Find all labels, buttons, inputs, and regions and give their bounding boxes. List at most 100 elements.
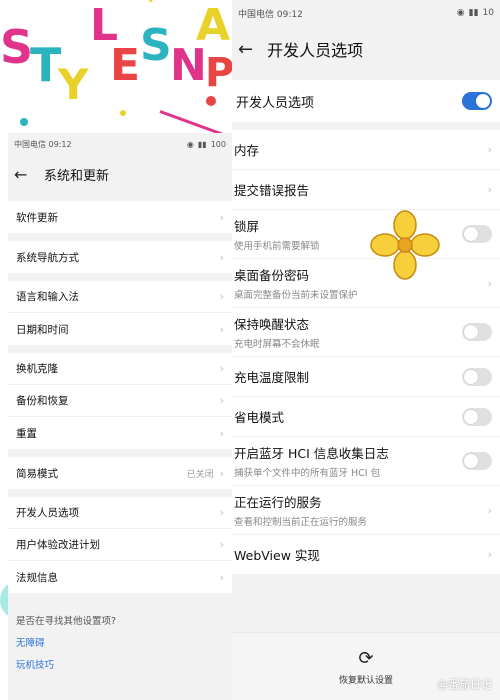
collage-dot — [206, 96, 216, 106]
chevron-right-icon: › — [219, 250, 224, 264]
right-status-icons: ◉ ▮▮ 10 — [457, 8, 494, 18]
eye-icon: ◉ — [186, 139, 194, 149]
row-title: 开启蓝牙 HCI 信息收集日志 — [234, 446, 389, 461]
lock-screen-toggle[interactable] — [462, 225, 492, 243]
row-subtitle: 桌面完整备份当前未设置保护 — [234, 290, 358, 301]
row-desktop-backup-password[interactable]: 桌面备份密码 桌面完整备份当前未设置保护 › — [232, 259, 500, 308]
settings-group: 软件更新 › — [8, 201, 232, 233]
row-language-input[interactable]: 语言和输入法 › — [8, 281, 232, 313]
watermark-text: @番茄日记 — [437, 678, 492, 691]
row-power-saving[interactable]: 省电模式 — [232, 397, 500, 437]
link-tips[interactable]: 玩机技巧 — [16, 657, 224, 671]
hint-section: 是否在寻找其他设置项? 无障碍 玩机技巧 — [8, 605, 232, 679]
row-title: 提交错误报告 — [234, 183, 310, 198]
chevron-right-icon: › — [219, 362, 224, 375]
row-title: 锁屏 — [234, 219, 260, 234]
collage-dot — [120, 110, 126, 116]
page-title: 系统和更新 — [44, 168, 110, 184]
reset-defaults-label: 恢复默认设置 — [338, 675, 393, 686]
eye-icon: ◉ — [456, 8, 465, 18]
row-user-experience[interactable]: 用户体验改进计划 › — [8, 529, 232, 561]
developer-options-list: 内存 › 提交错误报告 › 锁屏 使用手机前需要解锁 桌面备份密码 桌面完整备份… — [232, 130, 500, 575]
row-label: 语言和输入法 — [16, 291, 79, 303]
collage-letter: E — [110, 40, 141, 91]
row-running-services[interactable]: 正在运行的服务 查看和控制当前正在运行的服务 › — [232, 486, 500, 535]
left-status-bar: 中国电信 09:12 ◉ ▮▮ 100 — [8, 133, 232, 155]
chevron-right-icon: › — [487, 143, 492, 156]
row-label: 换机克隆 — [16, 363, 58, 375]
row-title: 保持唤醒状态 — [234, 317, 310, 332]
chevron-right-icon: › — [219, 394, 224, 407]
row-charge-temp-limit[interactable]: 充电温度限制 — [232, 357, 500, 397]
row-title: 正在运行的服务 — [234, 495, 322, 510]
row-title: 开发人员选项 — [236, 95, 315, 111]
right-phone-screen: 中国电信 09:12 ◉ ▮▮ 10 ← 开发人员选项 开发人员选项 内存 › … — [232, 0, 500, 700]
row-title: 省电模式 — [234, 410, 285, 425]
left-phone-screen: 中国电信 09:12 ◉ ▮▮ 100 ← 系统和更新 软件更新 › 系统导航方… — [8, 133, 232, 700]
row-title: WebView 实现 — [234, 548, 320, 563]
developer-options-toggle[interactable] — [462, 92, 492, 110]
settings-group: 开发人员选项 › 用户体验改进计划 › 法规信息 › — [8, 497, 232, 593]
chevron-right-icon: › — [219, 538, 224, 551]
collage-letter: A — [196, 0, 231, 51]
chevron-right-icon: › — [219, 290, 224, 303]
power-saving-toggle[interactable] — [462, 407, 492, 426]
row-webview[interactable]: WebView 实现 › — [232, 535, 500, 575]
row-subtitle: 使用手机前需要解锁 — [234, 241, 320, 252]
row-label: 法规信息 — [16, 571, 58, 584]
row-title: 内存 — [234, 143, 260, 158]
row-simple-mode[interactable]: 简易模式 已关闭 › — [8, 457, 232, 489]
right-status-bar: 中国电信 09:12 ◉ ▮▮ 10 — [232, 0, 500, 26]
row-stay-awake[interactable]: 保持唤醒状态 充电时屏幕不会休眠 — [232, 308, 500, 357]
row-date-time[interactable]: 日期和时间 › — [8, 313, 232, 345]
settings-group: 系统导航方式 › — [8, 241, 232, 273]
left-status-icons: ◉ ▮▮ 100 — [187, 140, 226, 149]
chevron-right-icon: › — [487, 276, 492, 290]
battery-level: 10 — [482, 8, 494, 18]
row-label: 开发人员选项 — [16, 507, 79, 519]
bluetooth-hci-toggle[interactable] — [462, 452, 492, 470]
right-header: ← 开发人员选项 — [232, 26, 500, 72]
row-bug-report[interactable]: 提交错误报告 › — [232, 170, 500, 210]
right-status-carrier-time: 中国电信 09:12 — [238, 9, 303, 20]
row-lock-screen[interactable]: 锁屏 使用手机前需要解锁 — [232, 210, 500, 259]
row-label: 简易模式 — [16, 467, 58, 480]
chevron-right-icon: › — [219, 322, 224, 336]
row-subtitle: 查看和控制当前正在运行的服务 — [234, 517, 368, 528]
developer-options-master-row[interactable]: 开发人员选项 — [232, 80, 500, 122]
row-navigation[interactable]: 系统导航方式 › — [8, 241, 232, 273]
row-subtitle: 捕获单个文件中的所有蓝牙 HCI 包 — [234, 468, 381, 479]
battery-level: 100 — [210, 139, 226, 149]
signal-icon: ▮▮ — [468, 8, 479, 18]
settings-group: 换机克隆 › 备份和恢复 › 重置 › — [8, 353, 232, 449]
page-title: 开发人员选项 — [267, 41, 364, 60]
collage-letter: P — [205, 50, 235, 96]
row-label: 备份和恢复 — [16, 395, 69, 407]
row-phone-clone[interactable]: 换机克隆 › — [8, 353, 232, 385]
row-backup-restore[interactable]: 备份和恢复 › — [8, 385, 232, 417]
charge-temp-toggle[interactable] — [462, 367, 492, 386]
row-label: 重置 — [16, 427, 37, 440]
back-arrow-icon[interactable]: ← — [238, 39, 253, 60]
settings-group: 语言和输入法 › 日期和时间 › — [8, 281, 232, 345]
link-accessibility[interactable]: 无障碍 — [16, 635, 224, 649]
row-software-update[interactable]: 软件更新 › — [8, 201, 232, 233]
settings-group: 简易模式 已关闭 › — [8, 457, 232, 489]
collage-letter: Y — [58, 60, 89, 109]
row-title: 桌面备份密码 — [234, 268, 310, 283]
signal-icon: ▮▮ — [197, 139, 207, 149]
row-reset[interactable]: 重置 › — [8, 417, 232, 449]
chevron-right-icon: › — [487, 503, 492, 517]
left-header: ← 系统和更新 — [8, 155, 232, 193]
row-bluetooth-hci-log[interactable]: 开启蓝牙 HCI 信息收集日志 捕获单个文件中的所有蓝牙 HCI 包 — [232, 437, 500, 486]
row-title: 充电温度限制 — [234, 370, 310, 385]
chevron-right-icon: › — [219, 570, 224, 584]
collage-dot — [20, 118, 28, 126]
back-arrow-icon[interactable]: ← — [14, 165, 32, 184]
row-regulatory-info[interactable]: 法规信息 › — [8, 561, 232, 593]
row-memory[interactable]: 内存 › — [232, 130, 500, 170]
row-developer-options[interactable]: 开发人员选项 › — [8, 497, 232, 529]
stay-awake-toggle[interactable] — [462, 323, 492, 341]
row-right: 已关闭 › — [187, 467, 224, 480]
chevron-right-icon: › — [219, 506, 224, 519]
